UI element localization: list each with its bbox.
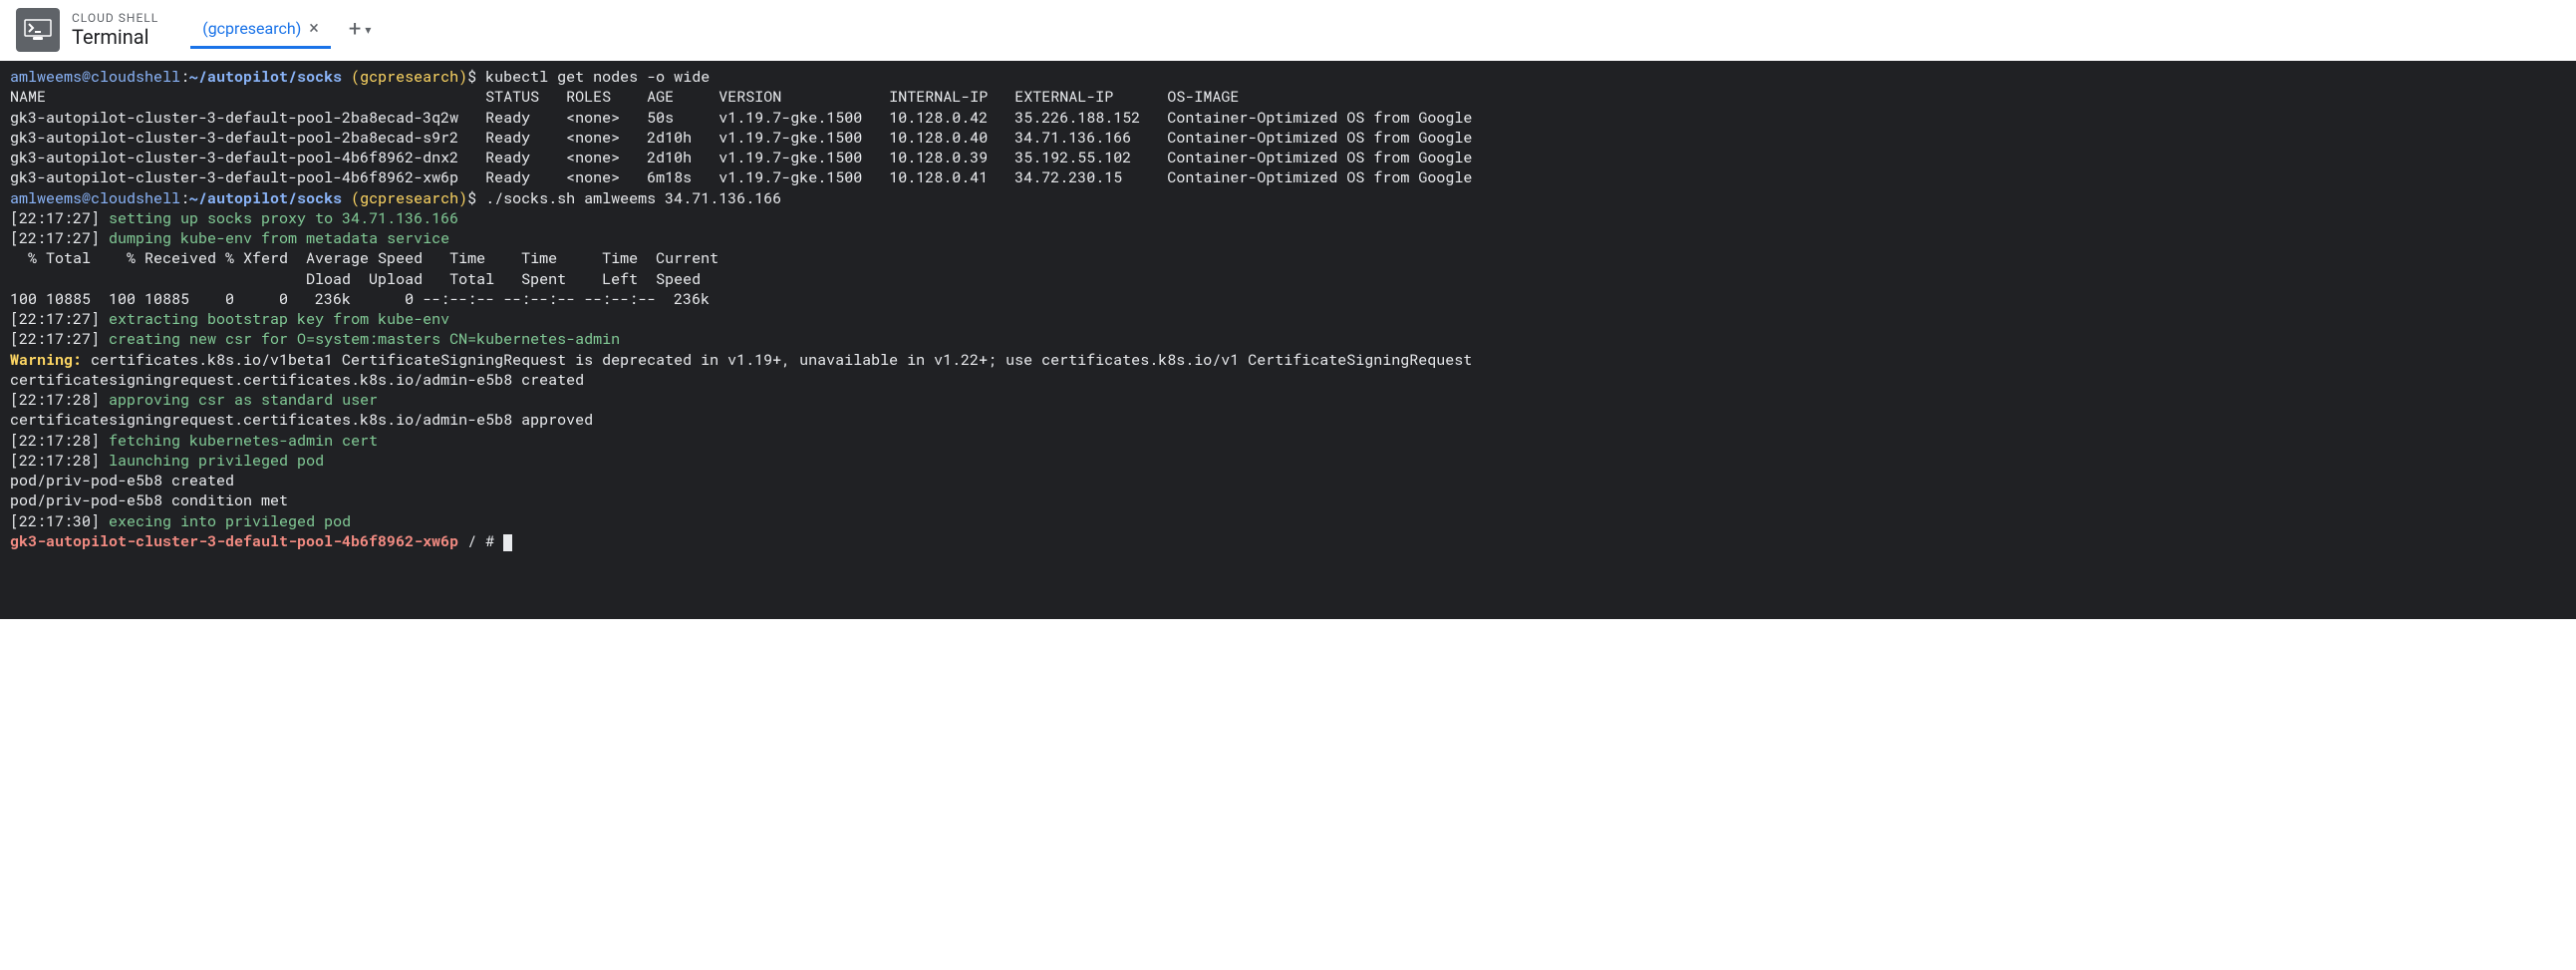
log-message: extracting bootstrap key from kube-env xyxy=(109,309,449,329)
log-timestamp: [22:17:28] xyxy=(10,431,100,451)
log-message: fetching kubernetes-admin cert xyxy=(109,431,378,451)
table-row: gk3-autopilot-cluster-3-default-pool-4b6… xyxy=(10,148,1472,167)
warning-message: certificates.k8s.io/v1beta1 CertificateS… xyxy=(82,350,1472,370)
title-large: Terminal xyxy=(72,25,158,49)
log-timestamp: [22:17:27] xyxy=(10,329,100,349)
header-bar: CLOUD SHELL Terminal (gcpresearch) × + ▾ xyxy=(0,0,2576,61)
table-row: gk3-autopilot-cluster-3-default-pool-2ba… xyxy=(10,108,1472,128)
new-tab-button[interactable]: + ▾ xyxy=(339,13,382,47)
prompt-user: amlweems@cloudshell xyxy=(10,188,180,208)
prompt-context: (gcpresearch) xyxy=(351,188,467,208)
prompt-path: ~/autopilot/socks xyxy=(189,188,342,208)
tabs-container: (gcpresearch) × + ▾ xyxy=(190,11,381,49)
output-line: pod/priv-pod-e5b8 condition met xyxy=(10,490,288,510)
plus-icon: + xyxy=(349,19,361,41)
root-prompt-host: gk3-autopilot-cluster-3-default-pool-4b6… xyxy=(10,531,458,551)
log-message: creating new csr for O=system:masters CN… xyxy=(109,329,620,349)
terminal-cursor xyxy=(503,534,512,551)
prompt-user: amlweems@cloudshell xyxy=(10,67,180,87)
prompt-context: (gcpresearch) xyxy=(351,67,467,87)
title-block: CLOUD SHELL Terminal xyxy=(72,11,158,49)
tab-label: (gcpresearch) xyxy=(202,19,301,38)
log-timestamp: [22:17:27] xyxy=(10,228,100,248)
output-line: certificatesigningrequest.certificates.k… xyxy=(10,370,584,390)
table-row: gk3-autopilot-cluster-3-default-pool-2ba… xyxy=(10,128,1472,148)
log-message: dumping kube-env from metadata service xyxy=(109,228,449,248)
log-message: setting up socks proxy to 34.71.136.166 xyxy=(109,208,458,228)
curl-header: Dload Upload Total Spent Left Speed xyxy=(10,269,701,289)
table-header-row: NAME STATUS ROLES AGE VERSION INTERNAL-I… xyxy=(10,87,1239,107)
terminal-output[interactable]: amlweems@cloudshell:~/autopilot/socks (g… xyxy=(0,61,2576,619)
log-timestamp: [22:17:28] xyxy=(10,451,100,471)
cloud-shell-icon xyxy=(16,8,60,52)
output-line: pod/priv-pod-e5b8 created xyxy=(10,471,234,490)
log-timestamp: [22:17:27] xyxy=(10,309,100,329)
chevron-down-icon: ▾ xyxy=(365,23,371,37)
prompt-path: ~/autopilot/socks xyxy=(189,67,342,87)
tab-gcpresearch[interactable]: (gcpresearch) × xyxy=(190,11,331,49)
command-text: ./socks.sh amlweems 34.71.136.166 xyxy=(485,188,781,208)
curl-progress: 100 10885 100 10885 0 0 236k 0 --:--:-- … xyxy=(10,289,710,309)
table-row: gk3-autopilot-cluster-3-default-pool-4b6… xyxy=(10,167,1472,187)
curl-header: % Total % Received % Xferd Average Speed… xyxy=(10,248,718,268)
log-timestamp: [22:17:30] xyxy=(10,511,100,531)
title-small: CLOUD SHELL xyxy=(72,11,158,25)
log-message: approving csr as standard user xyxy=(109,390,378,410)
close-icon[interactable]: × xyxy=(309,20,319,38)
command-text: kubectl get nodes -o wide xyxy=(485,67,710,87)
warning-label: Warning: xyxy=(10,350,82,370)
log-message: execing into privileged pod xyxy=(109,511,351,531)
log-timestamp: [22:17:28] xyxy=(10,390,100,410)
log-timestamp: [22:17:27] xyxy=(10,208,100,228)
output-line: certificatesigningrequest.certificates.k… xyxy=(10,410,593,430)
log-message: launching privileged pod xyxy=(109,451,324,471)
root-prompt-symbol: / # xyxy=(458,531,503,551)
